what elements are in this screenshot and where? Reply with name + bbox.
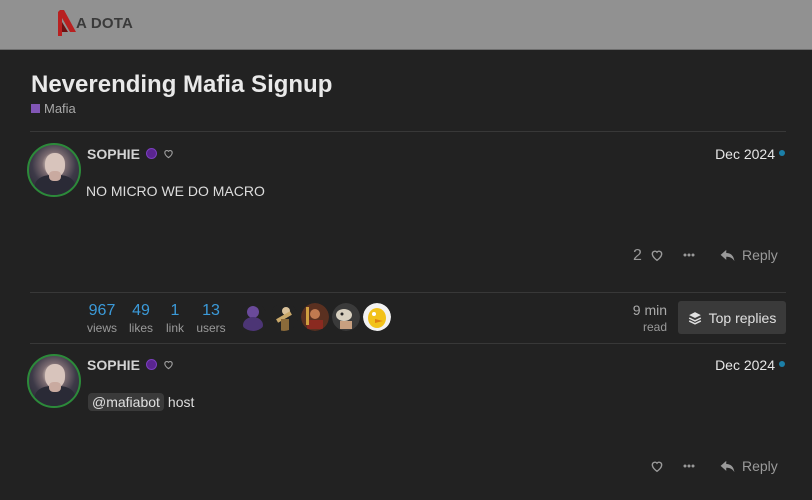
heart-icon <box>651 461 663 473</box>
stat-value: 967 <box>88 302 116 319</box>
heart-icon <box>651 250 663 262</box>
stat-views: 967 views <box>86 302 118 335</box>
user-mention[interactable]: @mafiabot <box>88 393 164 411</box>
top-replies-button[interactable]: Top replies <box>678 301 786 334</box>
stat-likes[interactable]: 49 likes <box>127 302 155 335</box>
logo-icon <box>58 10 76 36</box>
stat-value: 49 <box>132 302 150 319</box>
stat-users[interactable]: 13 users <box>195 302 227 335</box>
like-button[interactable] <box>648 457 666 475</box>
topic-title[interactable]: Neverending Mafia Signup <box>31 71 332 99</box>
more-actions-button[interactable] <box>678 246 700 264</box>
read-time-value: 9 min <box>632 302 667 318</box>
unread-indicator <box>779 361 785 367</box>
avatar-hand <box>49 382 61 392</box>
category-color-square <box>31 104 40 113</box>
category-badge[interactable]: Mafia <box>31 101 76 116</box>
stat-label: users <box>196 321 226 335</box>
read-time: 9 min read <box>633 302 667 334</box>
reply-label: Reply <box>742 458 778 474</box>
divider <box>30 292 786 293</box>
category-name: Mafia <box>44 101 76 116</box>
logo-text: A DOTA <box>76 14 134 32</box>
post-date[interactable]: Dec 2024 <box>715 146 775 162</box>
stat-label: link <box>165 321 184 335</box>
participant-avatar[interactable] <box>270 303 298 331</box>
site-header: A DOTA <box>0 0 812 50</box>
divider <box>30 131 786 132</box>
read-time-label: read <box>642 320 667 334</box>
stat-value: 13 <box>202 302 220 319</box>
like-count[interactable]: 2 <box>633 247 642 265</box>
reply-arrow-icon <box>720 460 735 472</box>
participant-avatar[interactable] <box>363 303 391 331</box>
layers-icon <box>688 311 701 325</box>
post-body: NO MICRO WE DO MACRO <box>86 183 265 199</box>
divider <box>30 343 786 344</box>
more-actions-button[interactable] <box>678 457 700 475</box>
post-date[interactable]: Dec 2024 <box>715 357 775 373</box>
participant-avatar[interactable] <box>301 303 329 331</box>
stat-label: likes <box>128 321 153 335</box>
reply-label: Reply <box>742 247 778 263</box>
reply-button[interactable]: Reply <box>720 458 778 474</box>
stat-links[interactable]: 1 link <box>164 302 186 335</box>
user-flair-icon <box>146 359 157 370</box>
top-replies-label: Top replies <box>708 309 777 326</box>
site-logo[interactable]: A DOTA <box>56 8 133 38</box>
reply-arrow-icon <box>720 249 735 261</box>
user-flair-icon <box>146 148 157 159</box>
stat-label: views <box>86 321 117 335</box>
avatar-hand <box>49 171 61 181</box>
post-username[interactable]: SOPHIE <box>87 357 140 373</box>
ellipsis-icon <box>683 464 695 468</box>
unread-indicator <box>779 150 785 156</box>
ellipsis-icon <box>683 253 695 257</box>
reply-button[interactable]: Reply <box>720 247 778 263</box>
post-avatar[interactable] <box>27 143 81 197</box>
participant-avatar[interactable] <box>239 303 267 331</box>
heart-icon <box>164 149 173 159</box>
stat-value: 1 <box>170 302 180 319</box>
heart-icon <box>164 360 173 370</box>
post-body-text: host <box>167 394 195 410</box>
like-button[interactable] <box>648 246 666 264</box>
post-username[interactable]: SOPHIE <box>87 146 140 162</box>
post-body: @mafiabot host <box>88 393 194 411</box>
participant-avatar[interactable] <box>332 303 360 331</box>
post-avatar[interactable] <box>27 354 81 408</box>
